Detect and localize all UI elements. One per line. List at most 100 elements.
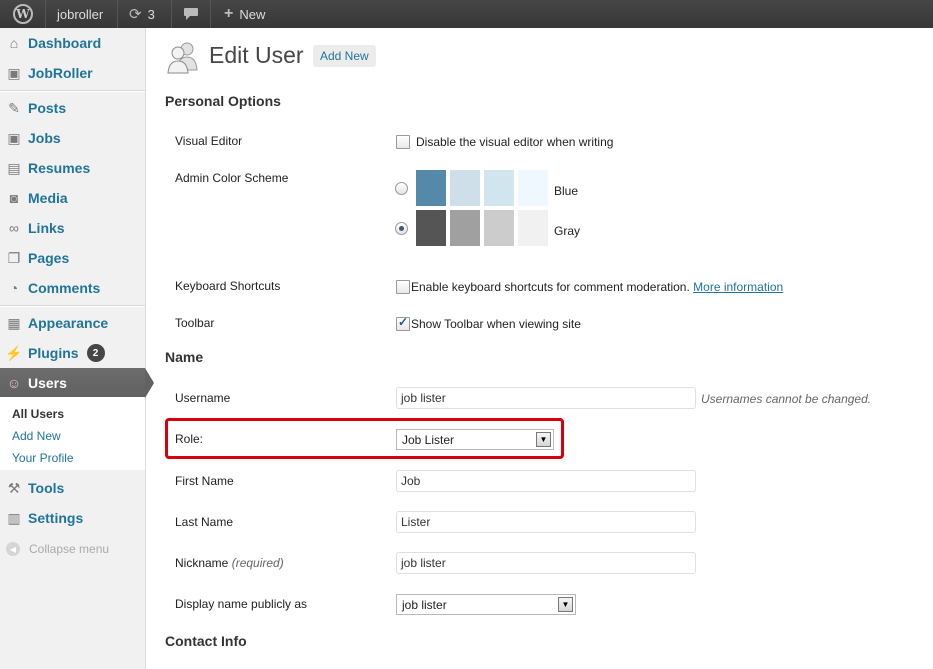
- toolbar-text: Show Toolbar when viewing site: [411, 317, 581, 331]
- contact-info-heading: Contact Info: [165, 633, 247, 649]
- admin-bar: W jobroller ⟳ 3 + New: [0, 0, 933, 28]
- menu-label: JobRoller: [28, 65, 93, 81]
- menu-media[interactable]: ◙ Media: [0, 183, 145, 213]
- page-title: Edit User: [209, 42, 304, 68]
- comments-link[interactable]: [173, 0, 209, 28]
- menu-settings[interactable]: ▥ Settings: [0, 503, 145, 533]
- color-scheme-label: Admin Color Scheme: [175, 171, 289, 185]
- first-name-field[interactable]: Job: [396, 470, 696, 492]
- nickname-field[interactable]: job lister: [396, 552, 696, 574]
- users-page-icon: [167, 42, 198, 74]
- keyboard-shortcuts-checkbox[interactable]: [396, 280, 410, 294]
- tools-icon: ⚒: [7, 479, 21, 496]
- more-information-link[interactable]: More information: [693, 280, 783, 294]
- users-submenu: All Users Add New Your Profile: [0, 397, 145, 470]
- menu-dashboard[interactable]: ⌂ Dashboard: [0, 28, 145, 58]
- nickname-label: Nickname (required): [175, 556, 284, 570]
- add-new-user-button[interactable]: Add New: [313, 45, 376, 67]
- color-swatch: [484, 210, 514, 246]
- new-content-link[interactable]: + New: [214, 0, 275, 28]
- site-name-link[interactable]: jobroller: [47, 0, 113, 28]
- display-name-select[interactable]: job lister ▼: [396, 594, 576, 615]
- menu-jobroller[interactable]: ▣ JobRoller: [0, 58, 145, 88]
- color-swatch: [416, 170, 446, 206]
- wp-logo-menu[interactable]: W: [3, 0, 43, 28]
- comment-bubble-icon: [184, 8, 198, 20]
- menu-posts[interactable]: ✎ Posts: [0, 93, 145, 123]
- username-label: Username: [175, 391, 231, 405]
- menu-label: Appearance: [28, 315, 109, 331]
- username-hint: Usernames cannot be changed.: [701, 392, 872, 406]
- menu-links[interactable]: ∞ Links: [0, 213, 145, 243]
- updates-link[interactable]: ⟳ 3: [119, 0, 165, 28]
- menu-label: Jobs: [28, 130, 61, 146]
- menu-jobs[interactable]: ▣ Jobs: [0, 123, 145, 153]
- name-heading: Name: [165, 349, 204, 365]
- menu-label: Pages: [28, 250, 70, 266]
- collapse-menu-button[interactable]: ◀ Collapse menu: [6, 542, 109, 556]
- main-content: Edit User Add New Personal Options Visua…: [146, 28, 933, 669]
- color-swatch: [450, 170, 480, 206]
- menu-pages[interactable]: ❐ Pages: [0, 243, 145, 273]
- color-swatch: [518, 210, 548, 246]
- plus-icon: +: [224, 5, 234, 22]
- color-scheme-gray-label: Gray: [554, 224, 581, 238]
- color-swatch: [450, 210, 480, 246]
- new-label: New: [239, 6, 266, 22]
- nickname-required-note: (required): [231, 556, 284, 570]
- menu-label: Plugins: [28, 345, 79, 361]
- window-icon: ▦: [7, 314, 21, 331]
- menu-users[interactable]: ☺ Users: [0, 368, 154, 398]
- dropdown-arrow-icon: ▼: [558, 597, 573, 612]
- menu-plugins[interactable]: ⚡ Plugins 2: [0, 338, 145, 368]
- display-name-selected-value: job lister: [402, 597, 447, 612]
- color-scheme-blue-radio[interactable]: [395, 182, 408, 195]
- menu-label: Media: [28, 190, 68, 206]
- plug-icon: ⚡: [5, 344, 23, 361]
- toolbar-checkbox[interactable]: [396, 315, 410, 331]
- menu-label: Resumes: [28, 160, 91, 176]
- menu-resumes[interactable]: ▤ Resumes: [0, 153, 145, 183]
- settings-icon: ▥: [7, 509, 21, 526]
- admin-sidebar: ⌂ Dashboard ▣ JobRoller ✎ Posts ▣ Jobs ▤…: [0, 28, 154, 669]
- updates-count: 3: [147, 6, 155, 22]
- menu-label: Settings: [28, 510, 84, 526]
- pushpin-icon: ✎: [8, 99, 20, 116]
- menu-label: Dashboard: [28, 35, 102, 51]
- username-field[interactable]: job lister: [396, 387, 696, 409]
- camera-icon: ◙: [9, 190, 19, 206]
- last-name-label: Last Name: [175, 515, 234, 529]
- submenu-your-profile[interactable]: Your Profile: [12, 451, 74, 465]
- menu-comments[interactable]: ◔ Comments: [0, 273, 145, 303]
- personal-options-heading: Personal Options: [165, 93, 281, 109]
- visual-editor-text: Disable the visual editor when writing: [416, 135, 614, 149]
- collapse-arrow-icon: ◀: [6, 542, 20, 556]
- menu-appearance[interactable]: ▦ Appearance: [0, 308, 145, 338]
- role-highlight-box: [165, 418, 564, 459]
- menu-label: Comments: [28, 280, 101, 296]
- briefcase-icon: ▣: [7, 64, 21, 81]
- visual-editor-checkbox[interactable]: [396, 135, 410, 149]
- keyboard-shortcuts-text: Enable keyboard shortcuts for comment mo…: [411, 280, 783, 294]
- wordpress-icon: W: [13, 4, 33, 24]
- keyboard-shortcuts-desc: Enable keyboard shortcuts for comment mo…: [411, 280, 690, 294]
- color-scheme-blue-label: Blue: [554, 184, 579, 198]
- last-name-field[interactable]: Lister: [396, 511, 696, 533]
- menu-tools[interactable]: ⚒ Tools: [0, 473, 145, 503]
- nickname-label-text: Nickname: [175, 556, 229, 570]
- users-icon: ☺: [6, 375, 22, 391]
- color-scheme-gray-radio[interactable]: [395, 222, 408, 235]
- color-swatch: [416, 210, 446, 246]
- color-swatch: [484, 170, 514, 206]
- submenu-all-users[interactable]: All Users: [12, 407, 64, 421]
- site-name: jobroller: [57, 6, 104, 22]
- menu-label: Users: [28, 375, 67, 391]
- comment-icon: ◔: [9, 280, 19, 296]
- color-swatch: [518, 170, 548, 206]
- menu-label: Links: [28, 220, 65, 236]
- submenu-add-new[interactable]: Add New: [12, 429, 61, 443]
- toolbar-label: Toolbar: [175, 316, 215, 330]
- plugins-update-badge: 2: [86, 344, 105, 362]
- display-name-label: Display name publicly as: [175, 597, 308, 611]
- house-icon: ⌂: [9, 35, 19, 51]
